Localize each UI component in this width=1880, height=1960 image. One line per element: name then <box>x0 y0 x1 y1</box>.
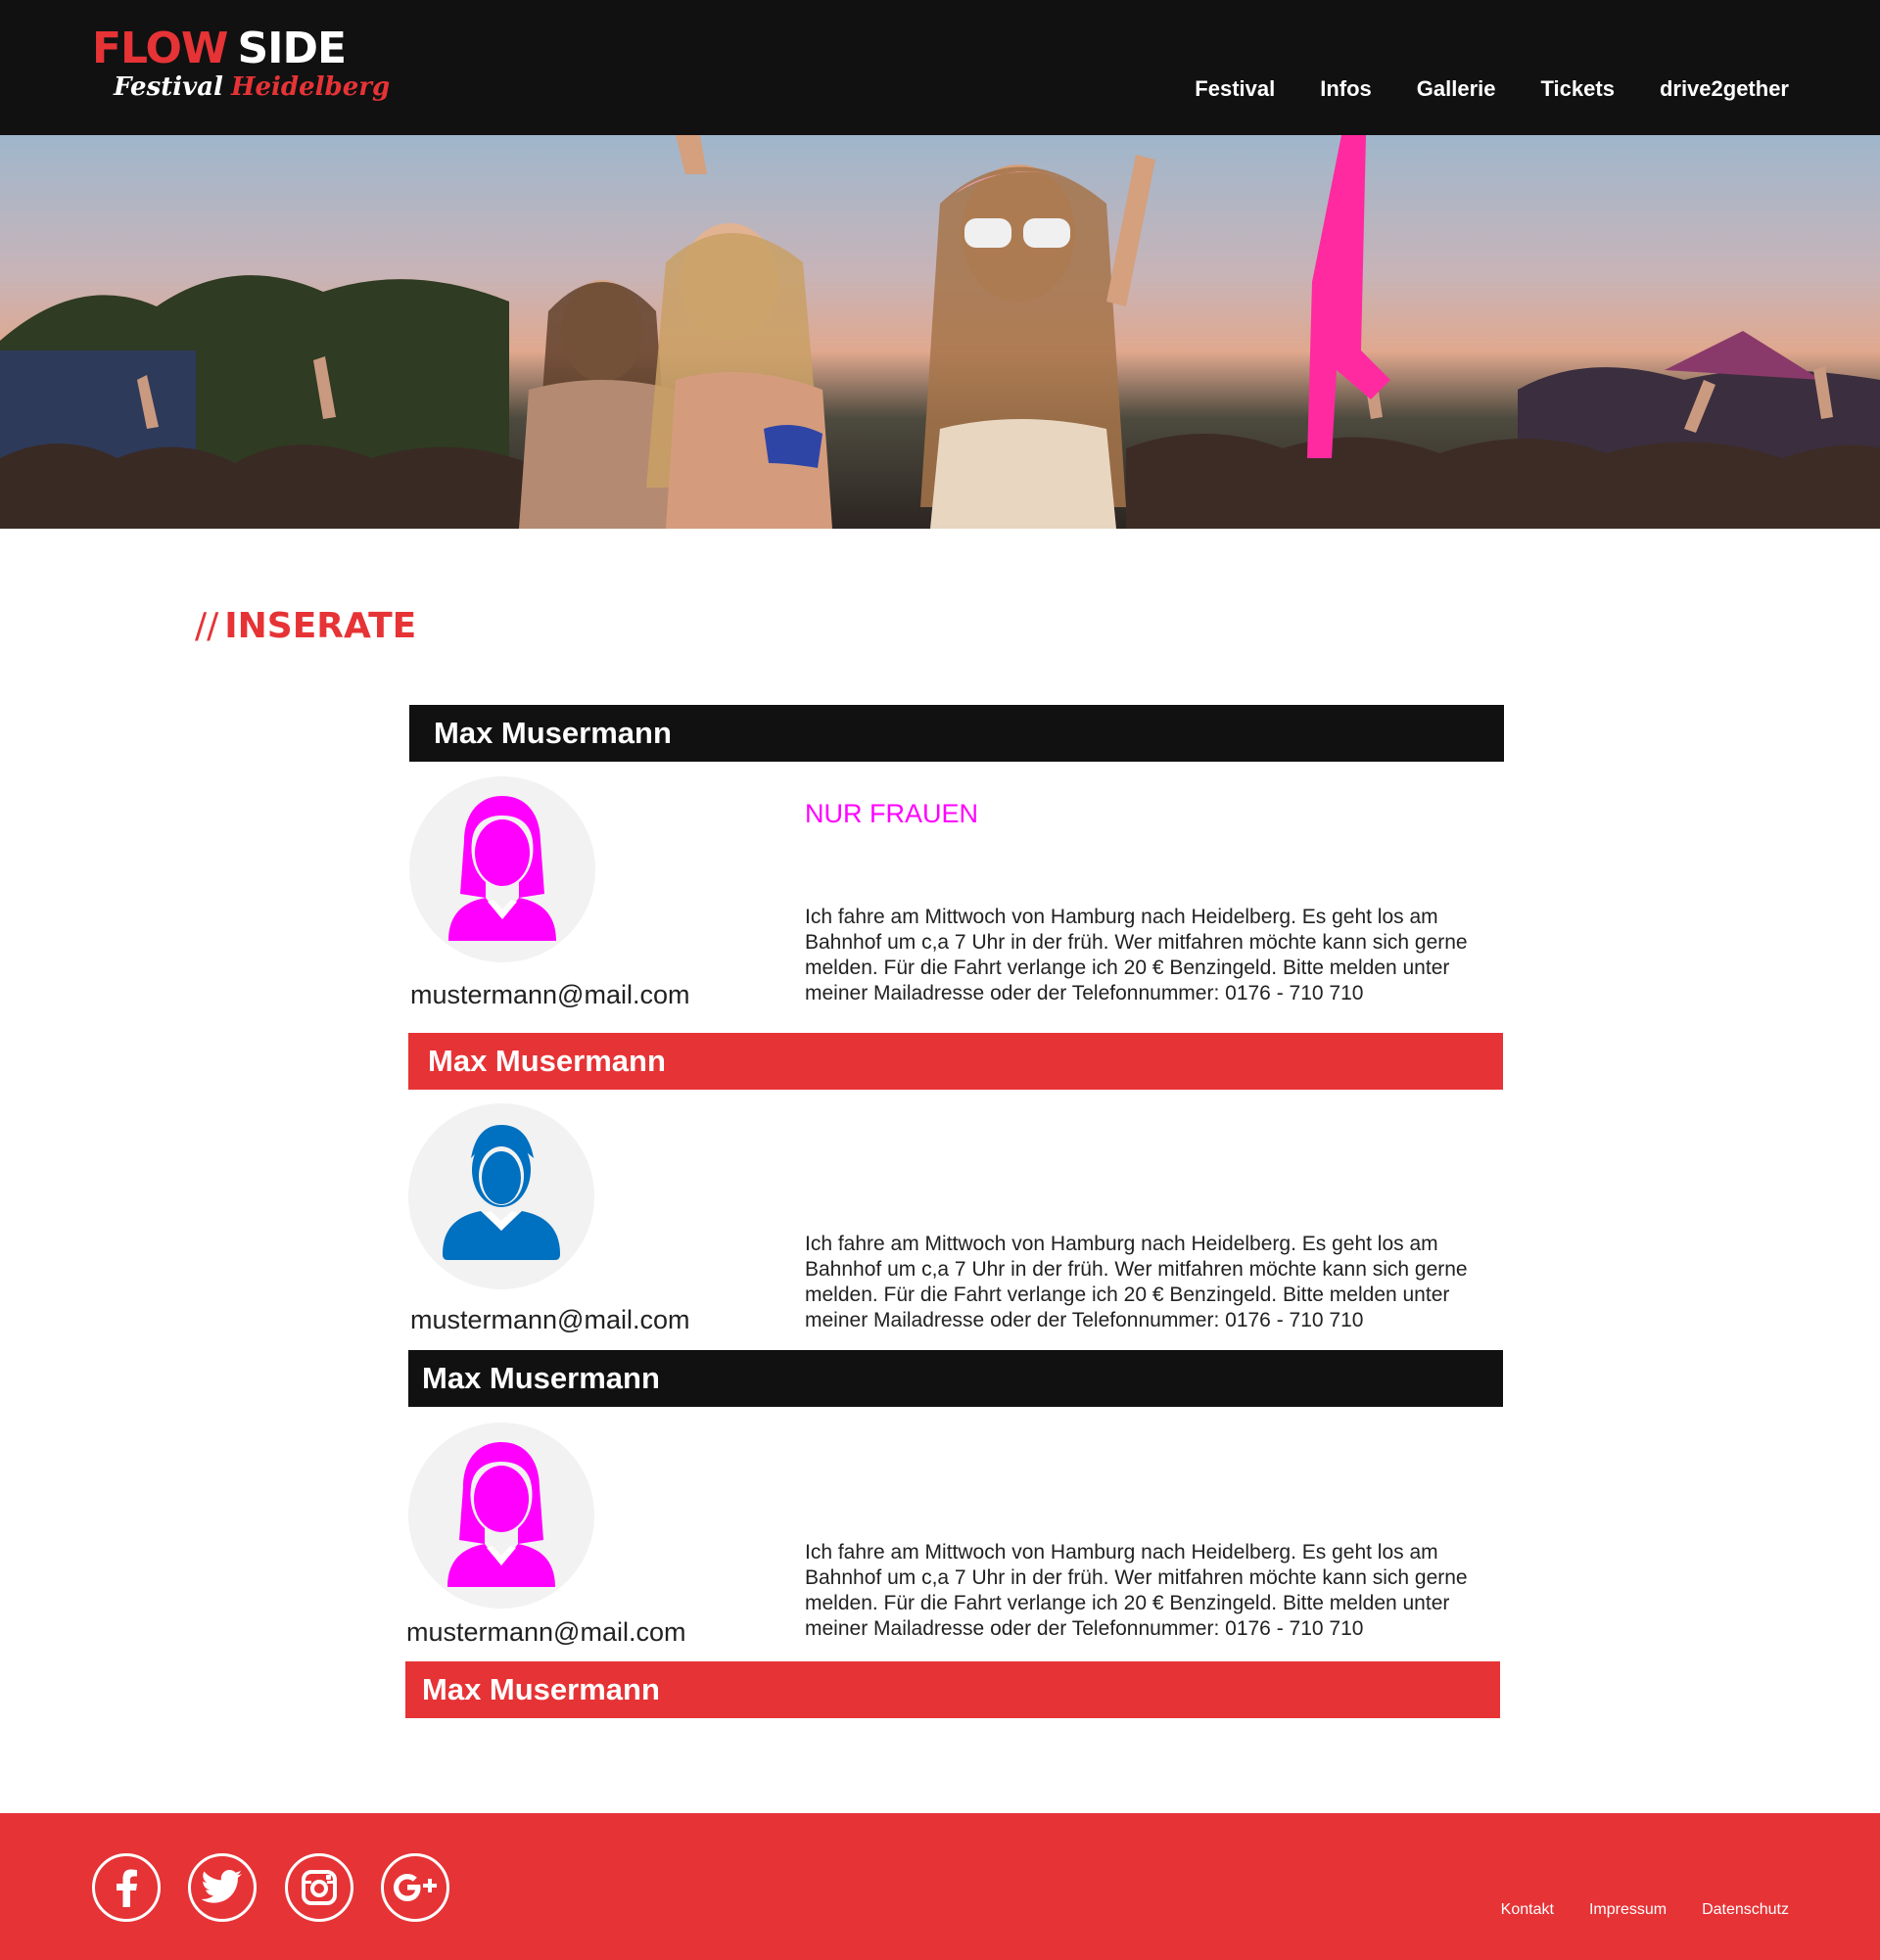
hero-banner-image <box>0 135 1880 529</box>
footer-link-kontakt[interactable]: Kontakt <box>1501 1901 1554 1919</box>
ad-avatar <box>408 1103 594 1289</box>
ad-author-name: Max Musermann <box>434 716 672 750</box>
ad-women-only-tag: NUR FRAUEN <box>805 799 979 828</box>
section-title-inserate: //INSERATE <box>195 606 417 646</box>
nav-gallerie[interactable]: Gallerie <box>1417 78 1496 100</box>
ad-avatar <box>409 776 595 962</box>
ad-description: Ich fahre am Mittwoch von Hamburg nach H… <box>805 1233 1468 1331</box>
ad-header-bar: Max Musermann <box>405 1661 1500 1718</box>
nav-tickets[interactable]: Tickets <box>1541 78 1615 100</box>
ad-author-name: Max Musermann <box>428 1044 666 1078</box>
ad-description: Ich fahre am Mittwoch von Hamburg nach H… <box>805 906 1468 1004</box>
ad-header-bar: Max Musermann <box>409 705 1504 762</box>
footer-links: Kontakt Impressum Datenschutz <box>1466 1901 1789 1919</box>
site-header: FLOW SIDE Festival Heidelberg Festival Inf… <box>0 0 1880 135</box>
instagram-icon[interactable] <box>285 1853 353 1922</box>
male-user-icon <box>443 1125 560 1260</box>
footer-link-impressum[interactable]: Impressum <box>1589 1901 1667 1919</box>
ad-description: Ich fahre am Mittwoch von Hamburg nach H… <box>805 1541 1468 1640</box>
ad-email[interactable]: mustermann@mail.com <box>410 982 689 1008</box>
main-nav: Festival Infos Gallerie Tickets drive2ge… <box>1150 78 1789 100</box>
ad-email[interactable]: mustermann@mail.com <box>410 1307 689 1333</box>
site-footer: Kontakt Impressum Datenschutz <box>0 1813 1880 1960</box>
logo-subline: Festival Heidelberg <box>114 72 391 102</box>
festival-logo[interactable]: FLOW SIDE Festival Heidelberg <box>92 22 390 115</box>
hero-crowd-illustration <box>0 135 1880 529</box>
ad-header-bar: Max Musermann <box>408 1350 1503 1407</box>
nav-festival[interactable]: Festival <box>1195 78 1275 100</box>
ad-author-name: Max Musermann <box>422 1361 660 1395</box>
ad-email[interactable]: mustermann@mail.com <box>406 1619 685 1646</box>
facebook-icon[interactable] <box>92 1853 161 1922</box>
nav-drive2gether[interactable]: drive2gether <box>1660 78 1789 100</box>
logo-wordmark: FLOW SIDE <box>92 23 347 73</box>
female-user-icon <box>447 1442 555 1587</box>
google-plus-icon[interactable] <box>381 1853 449 1922</box>
twitter-icon[interactable] <box>188 1853 257 1922</box>
ad-author-name: Max Musermann <box>422 1672 660 1706</box>
nav-infos[interactable]: Infos <box>1320 78 1372 100</box>
female-user-icon <box>448 796 556 941</box>
ad-avatar <box>408 1423 594 1609</box>
ad-header-bar: Max Musermann <box>408 1033 1503 1090</box>
footer-link-datenschutz[interactable]: Datenschutz <box>1702 1901 1789 1919</box>
